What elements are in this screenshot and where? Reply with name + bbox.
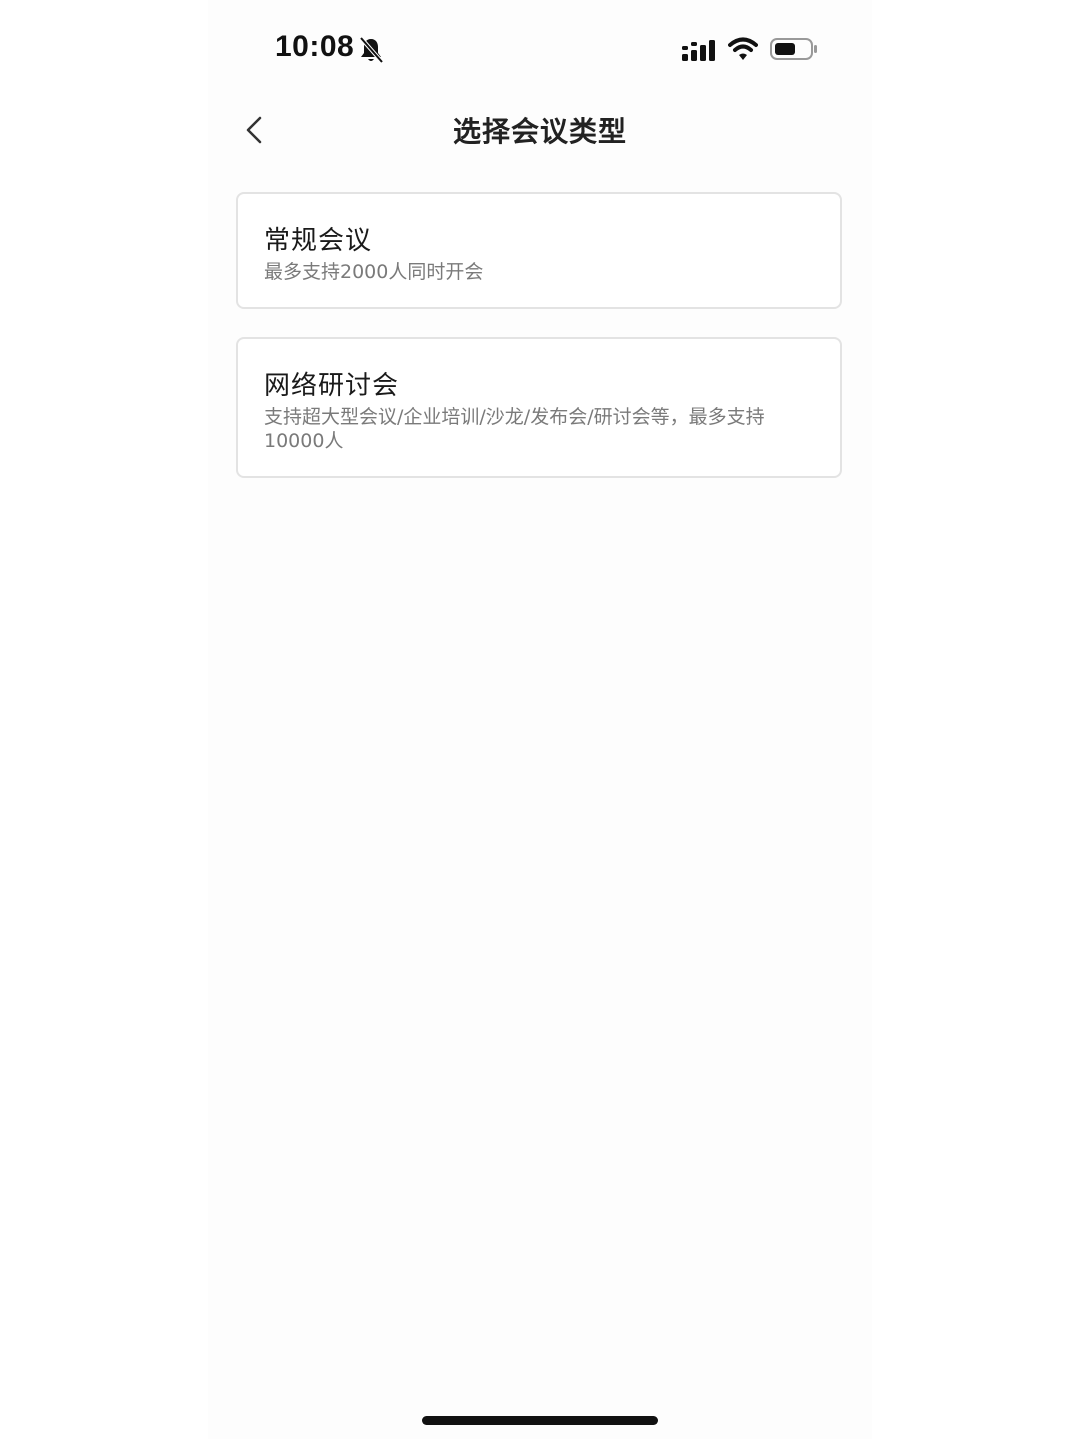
wifi-icon: [728, 37, 758, 60]
status-bar: 10:08: [208, 0, 872, 100]
meeting-type-title: 常规会议: [264, 226, 373, 256]
meeting-type-card-webinar[interactable]: 网络研讨会 支持超大型会议/企业培训/沙龙/发布会/研讨会等，最多支持10000…: [236, 337, 842, 478]
meeting-type-description: 支持超大型会议/企业培训/沙龙/发布会/研讨会等，最多支持10000人: [264, 406, 765, 452]
meeting-type-title: 网络研讨会: [264, 371, 400, 401]
page-title: 选择会议类型: [452, 115, 627, 148]
navigation-bar: 选择会议类型: [208, 100, 872, 160]
cellular-signal-icon: [682, 40, 715, 61]
status-time: 10:08: [275, 30, 355, 63]
battery-icon: [770, 38, 817, 60]
meeting-type-card-regular[interactable]: 常规会议 最多支持2000人同时开会: [236, 192, 842, 309]
home-indicator[interactable]: [422, 1416, 658, 1425]
bell-slash-icon: [359, 36, 384, 64]
meeting-type-description: 最多支持2000人同时开会: [264, 261, 484, 283]
